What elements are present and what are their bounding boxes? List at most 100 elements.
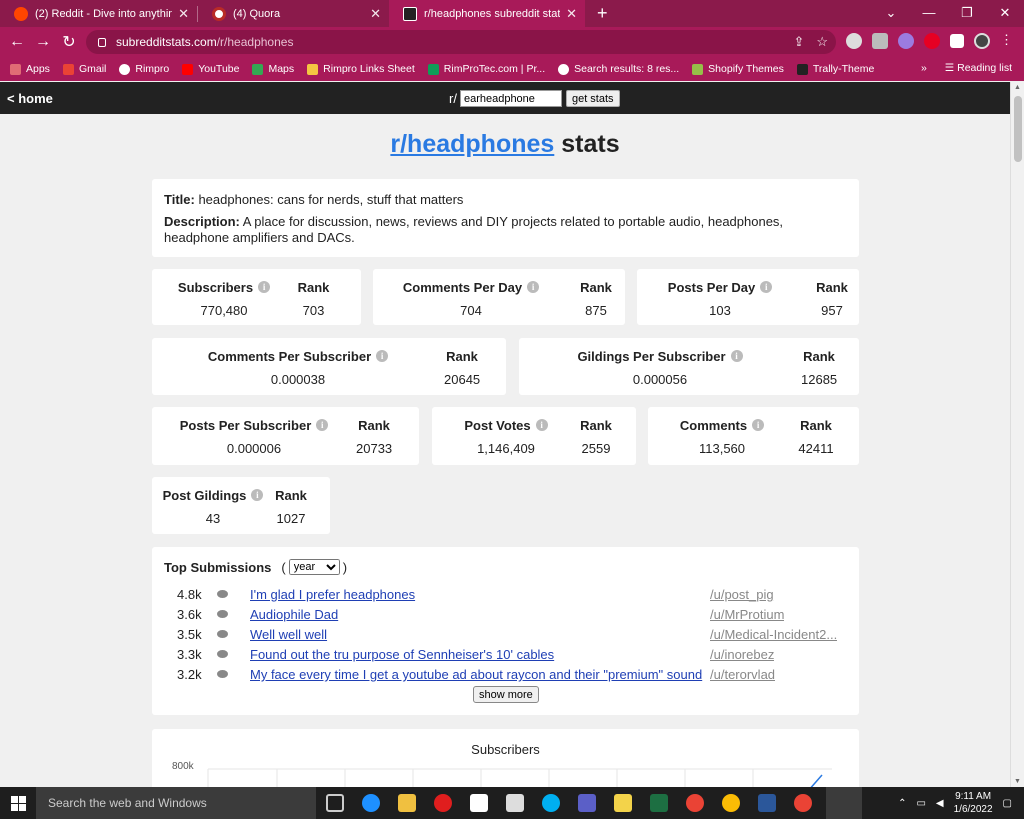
tab-reddit[interactable]: (2) Reddit - Dive into anything ✕ <box>0 0 197 27</box>
skype-icon[interactable] <box>542 794 560 812</box>
submission-score: 3.6k <box>177 607 202 622</box>
photos-icon[interactable] <box>506 794 524 812</box>
page-scrollbar[interactable]: ▲ ▼ <box>1010 82 1024 787</box>
info-icon[interactable]: i <box>376 350 389 362</box>
subreddit-link[interactable]: r/headphones <box>390 130 554 158</box>
scroll-down-icon[interactable]: ▼ <box>1014 778 1021 785</box>
submission-row: 3.3k Found out the tru purpose of Sennhe… <box>152 647 859 667</box>
network-icon[interactable]: ▭ <box>916 798 925 809</box>
bookmark-gmail[interactable]: Gmail <box>62 63 106 75</box>
rank-value: 42411 <box>798 441 834 456</box>
comment-bubble-icon <box>217 630 228 638</box>
bookmark-rimprotec[interactable]: RimProTec.com | Pr... <box>427 63 545 75</box>
chrome-profile-icon[interactable] <box>686 794 704 812</box>
comment-bubble-icon <box>217 590 228 598</box>
bookmarks-overflow-icon[interactable]: » <box>921 62 927 74</box>
share-icon[interactable]: ⇪ <box>793 34 804 50</box>
info-icon[interactable]: i <box>316 419 329 431</box>
stat-card-comments: Comments i 113,560 Rank 42411 <box>648 407 859 465</box>
tab-title: (4) Quora <box>233 7 281 20</box>
info-icon[interactable]: i <box>527 281 540 293</box>
info-icon[interactable]: i <box>535 419 548 431</box>
submission-user-link[interactable]: /u/MrProtium <box>710 607 784 622</box>
extensions-puzzle-icon[interactable] <box>950 34 964 48</box>
bookmarks-bar: Apps Gmail Rimpro YouTube Maps Rimpro Li… <box>0 57 1024 81</box>
windows-start-icon[interactable] <box>0 795 36 811</box>
tab-quora[interactable]: (4) Quora ✕ <box>198 0 389 27</box>
restore-icon[interactable]: ❐ <box>948 0 986 27</box>
bookmark-youtube[interactable]: YouTube <box>182 63 239 75</box>
bookmark-apps[interactable]: Apps <box>10 63 50 75</box>
globe-icon <box>119 63 131 75</box>
submission-user-link[interactable]: /u/inorebez <box>710 647 774 662</box>
file-explorer-icon[interactable] <box>398 794 416 812</box>
close-tab-icon[interactable]: ✕ <box>370 6 381 22</box>
folder-icon[interactable] <box>614 794 632 812</box>
edge-icon[interactable] <box>362 794 380 812</box>
close-tab-icon[interactable]: ✕ <box>178 6 189 22</box>
info-icon[interactable]: i <box>258 281 271 293</box>
word-icon[interactable] <box>758 794 776 812</box>
submission-link[interactable]: Found out the tru purpose of Sennheiser'… <box>250 647 554 662</box>
bookmark-shopify[interactable]: Shopify Themes <box>692 63 784 75</box>
forward-icon[interactable]: → <box>30 33 56 51</box>
profile-avatar[interactable] <box>974 33 990 49</box>
extension-globe-icon[interactable] <box>846 33 862 49</box>
notifications-icon[interactable]: ▢ <box>1003 798 1012 809</box>
info-icon[interactable]: i <box>752 419 765 431</box>
address-bar[interactable]: subredditstats.com/r/headphones ⇪ ☆ <box>86 30 836 54</box>
extension-pen-icon[interactable] <box>898 33 914 49</box>
store-icon[interactable] <box>470 794 488 812</box>
minimize-icon[interactable]: — <box>910 0 948 27</box>
taskbar-search-input[interactable]: Search the web and Windows <box>36 787 316 819</box>
close-tab-icon[interactable]: ✕ <box>566 6 577 22</box>
submission-user-link[interactable]: /u/post_pig <box>710 587 774 602</box>
submission-score: 3.5k <box>177 627 202 642</box>
submission-score: 4.8k <box>177 587 202 602</box>
tray-overflow-icon[interactable]: ⌃ <box>898 798 906 809</box>
submission-user-link[interactable]: /u/Medical-Incident2... <box>710 627 837 642</box>
menu-kebab-icon[interactable]: ⋮ <box>1000 33 1013 49</box>
scroll-up-icon[interactable]: ▲ <box>1014 84 1021 91</box>
bookmark-trally[interactable]: Trally-Theme <box>796 63 874 75</box>
submission-link[interactable]: I'm glad I prefer headphones <box>250 587 415 602</box>
subreddit-input[interactable] <box>459 90 562 107</box>
home-link[interactable]: < home <box>7 91 53 106</box>
bookmark-search-results[interactable]: Search results: 8 res... <box>558 63 679 75</box>
teams-icon[interactable] <box>578 794 596 812</box>
pinterest-icon[interactable] <box>924 33 940 49</box>
chrome-icon[interactable] <box>722 794 740 812</box>
extension-camera-icon[interactable] <box>872 33 888 49</box>
show-more-button[interactable]: show more <box>473 686 539 703</box>
tab-search-icon[interactable]: ⌄ <box>872 0 910 27</box>
info-icon[interactable]: i <box>760 281 773 293</box>
back-icon[interactable]: ← <box>4 33 30 51</box>
period-select[interactable]: year <box>288 559 340 575</box>
excel-icon[interactable] <box>650 794 668 812</box>
info-icon[interactable]: i <box>730 350 743 362</box>
tab-subredditstats[interactable]: r/headphones subreddit stats (he ✕ <box>389 0 585 27</box>
reading-list-button[interactable]: ☰ Reading list <box>945 62 1012 74</box>
opera-icon[interactable] <box>434 794 452 812</box>
taskbar-clock[interactable]: 9:11 AM 1/6/2022 <box>954 790 993 816</box>
stat-label: Comments i <box>648 417 796 433</box>
submission-link[interactable]: Well well well <box>250 627 327 642</box>
submission-user-link[interactable]: /u/terorvlad <box>710 667 775 682</box>
volume-icon[interactable]: ◀ <box>936 798 944 809</box>
reload-icon[interactable]: ↻ <box>56 32 82 52</box>
bookmark-rimpro[interactable]: Rimpro <box>119 63 169 75</box>
submission-link[interactable]: My face every time I get a youtube ad ab… <box>250 667 702 682</box>
bookmark-rimpro-links[interactable]: Rimpro Links Sheet <box>307 63 415 75</box>
scrollbar-thumb[interactable] <box>1014 96 1022 162</box>
bookmark-star-icon[interactable]: ☆ <box>816 34 828 50</box>
rank-value: 875 <box>585 303 607 318</box>
submission-link[interactable]: Audiophile Dad <box>250 607 338 622</box>
close-window-icon[interactable]: ✕ <box>986 0 1024 27</box>
task-view-icon[interactable] <box>326 794 344 812</box>
new-tab-button[interactable]: + <box>597 3 608 24</box>
chrome-active-icon[interactable] <box>794 794 812 812</box>
rank-label: Rank <box>580 279 612 295</box>
info-icon[interactable]: i <box>251 489 264 501</box>
get-stats-button[interactable]: get stats <box>565 90 620 107</box>
bookmark-maps[interactable]: Maps <box>252 63 294 75</box>
